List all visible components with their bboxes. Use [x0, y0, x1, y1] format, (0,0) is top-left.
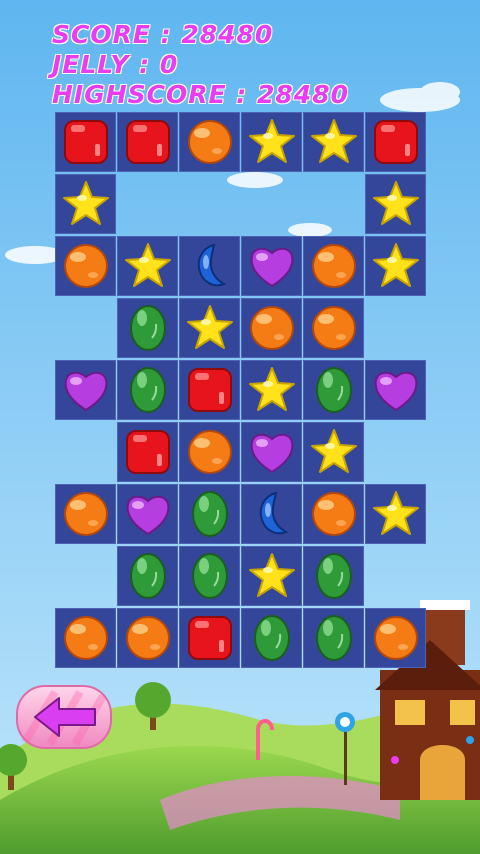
purple-heart-candy[interactable]	[365, 360, 426, 420]
purple-heart-candy[interactable]	[117, 484, 178, 544]
green-oval-candy[interactable]	[117, 546, 178, 606]
blue-bean-candy[interactable]	[179, 236, 240, 296]
red-square-candy[interactable]	[179, 360, 240, 420]
green-oval-candy[interactable]	[179, 546, 240, 606]
yellow-star-candy[interactable]	[241, 360, 302, 420]
yellow-star-candy[interactable]	[303, 422, 364, 482]
green-oval-candy[interactable]	[117, 360, 178, 420]
blue-bean-candy[interactable]	[241, 484, 302, 544]
green-oval-candy[interactable]	[303, 608, 364, 668]
yellow-star-candy[interactable]	[241, 546, 302, 606]
green-oval-candy[interactable]	[179, 484, 240, 544]
yellow-star-candy[interactable]	[117, 236, 178, 296]
yellow-star-candy[interactable]	[365, 236, 426, 296]
green-oval-candy[interactable]	[303, 360, 364, 420]
red-square-candy[interactable]	[117, 112, 178, 172]
orange-round-candy[interactable]	[55, 236, 116, 296]
red-square-candy[interactable]	[117, 422, 178, 482]
yellow-star-candy[interactable]	[365, 484, 426, 544]
green-oval-candy[interactable]	[241, 608, 302, 668]
orange-round-candy[interactable]	[303, 484, 364, 544]
orange-round-candy[interactable]	[179, 422, 240, 482]
orange-round-candy[interactable]	[117, 608, 178, 668]
green-oval-candy[interactable]	[117, 298, 178, 358]
yellow-star-candy[interactable]	[179, 298, 240, 358]
orange-round-candy[interactable]	[303, 236, 364, 296]
red-square-candy[interactable]	[365, 112, 426, 172]
yellow-star-candy[interactable]	[241, 112, 302, 172]
orange-round-candy[interactable]	[365, 608, 426, 668]
yellow-star-candy[interactable]	[55, 174, 116, 234]
green-oval-candy[interactable]	[303, 546, 364, 606]
yellow-star-candy[interactable]	[303, 112, 364, 172]
purple-heart-candy[interactable]	[241, 236, 302, 296]
orange-round-candy[interactable]	[55, 484, 116, 544]
purple-heart-candy[interactable]	[55, 360, 116, 420]
red-square-candy[interactable]	[55, 112, 116, 172]
orange-round-candy[interactable]	[303, 298, 364, 358]
yellow-star-candy[interactable]	[365, 174, 426, 234]
red-square-candy[interactable]	[179, 608, 240, 668]
orange-round-candy[interactable]	[55, 608, 116, 668]
orange-round-candy[interactable]	[241, 298, 302, 358]
back-button[interactable]	[15, 684, 113, 750]
purple-heart-candy[interactable]	[241, 422, 302, 482]
left-arrow-icon	[16, 685, 112, 749]
orange-round-candy[interactable]	[179, 112, 240, 172]
